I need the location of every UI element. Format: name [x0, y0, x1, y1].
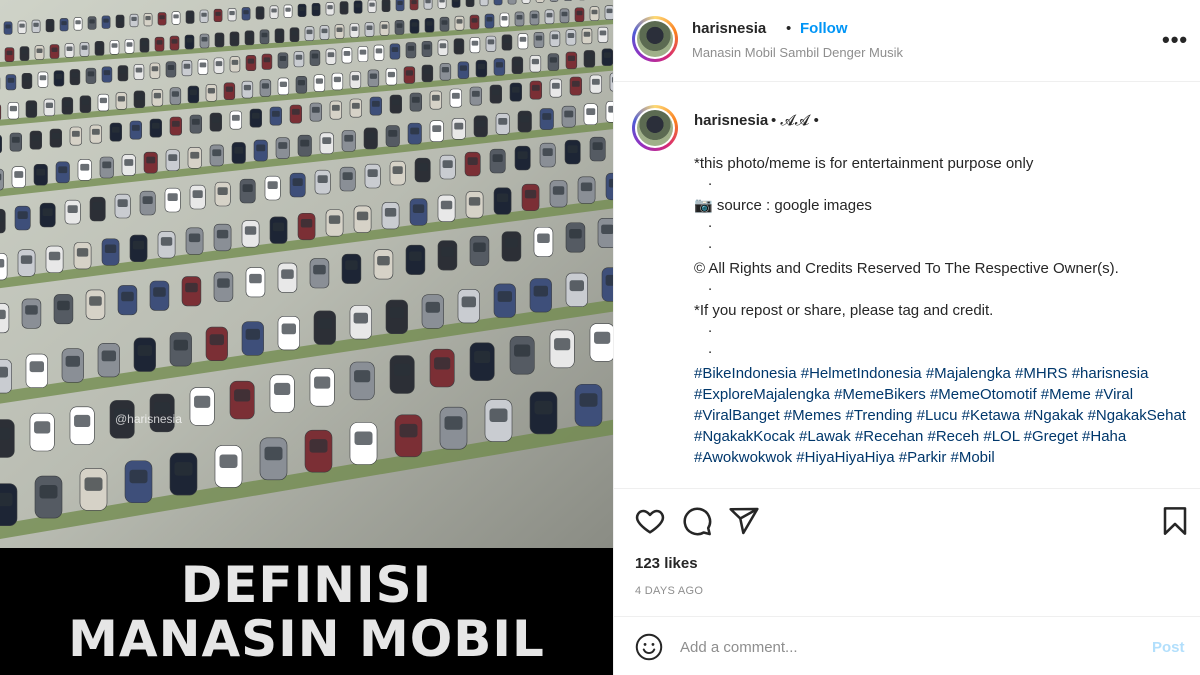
- caption-body: *this photo/meme is for entertainment pu…: [694, 153, 1189, 468]
- avatar-ring: [635, 108, 675, 148]
- header-subtitle[interactable]: Manasin Mobil Sambil Denger Musik: [692, 45, 903, 60]
- emoji-icon[interactable]: [635, 633, 663, 661]
- meme-caption: DEFINISI MANASIN MOBIL: [0, 548, 613, 675]
- post-header: harisnesia • Follow Manasin Mobil Sambil…: [614, 0, 1200, 82]
- caption-dot: .: [708, 235, 713, 252]
- caption-repost: *If you repost or share, please tag and …: [694, 302, 994, 319]
- follow-button[interactable]: Follow: [800, 20, 848, 37]
- caption-dot: .: [708, 214, 713, 231]
- comment-icon[interactable]: [681, 505, 713, 537]
- post-panel: harisnesia • Follow Manasin Mobil Sambil…: [613, 0, 1200, 675]
- caption-rights: © All Rights and Credits Reserved To The…: [694, 260, 1119, 277]
- share-icon[interactable]: [728, 505, 760, 537]
- header-username[interactable]: harisnesia: [692, 20, 766, 37]
- more-options-icon[interactable]: •••: [1162, 27, 1188, 53]
- parking-lot-photo: @harisnesia: [0, 0, 613, 548]
- caption-disclaimer: *this photo/meme is for entertainment pu…: [694, 155, 1034, 172]
- comment-meta: • 𝓐𝓐 •: [771, 112, 819, 129]
- avatar-image: [637, 21, 673, 57]
- caption-dot: .: [708, 277, 713, 294]
- header-separator: •: [786, 20, 792, 37]
- bookmark-icon[interactable]: [1159, 505, 1191, 537]
- add-comment-bar: Post: [614, 616, 1200, 675]
- comment-username[interactable]: harisnesia: [694, 112, 768, 129]
- caption-dot: .: [708, 172, 713, 189]
- avatar-ring: [635, 19, 675, 59]
- meme-watermark: @harisnesia: [115, 412, 182, 426]
- post-timestamp[interactable]: 4 DAYS AGO: [635, 585, 703, 597]
- comment-input[interactable]: [680, 634, 1120, 660]
- parking-lot-illustration: [0, 0, 613, 548]
- avatar[interactable]: [632, 16, 678, 62]
- avatar-image: [637, 110, 673, 146]
- caption-dot: .: [708, 319, 713, 336]
- meme-caption-line-2: MANASIN MOBIL: [68, 610, 545, 668]
- caption-source: 📷 source : google images: [694, 197, 872, 214]
- comments-section[interactable]: harisnesia • 𝓐𝓐 • *this photo/meme is fo…: [614, 83, 1200, 488]
- post-media[interactable]: @harisnesia DEFINISI MANASIN MOBIL: [0, 0, 613, 675]
- caption-dot: .: [708, 340, 713, 357]
- heart-icon[interactable]: [634, 505, 666, 537]
- likes-count[interactable]: 123 likes: [635, 555, 698, 572]
- comment-avatar[interactable]: [632, 105, 678, 151]
- caption-hashtags[interactable]: #BikeIndonesia #HelmetIndonesia #Majalen…: [694, 363, 1189, 468]
- post-comment-button[interactable]: Post: [1152, 639, 1185, 656]
- post-actions: 123 likes 4 DAYS AGO: [614, 488, 1200, 616]
- meme-caption-line-1: DEFINISI: [180, 556, 433, 614]
